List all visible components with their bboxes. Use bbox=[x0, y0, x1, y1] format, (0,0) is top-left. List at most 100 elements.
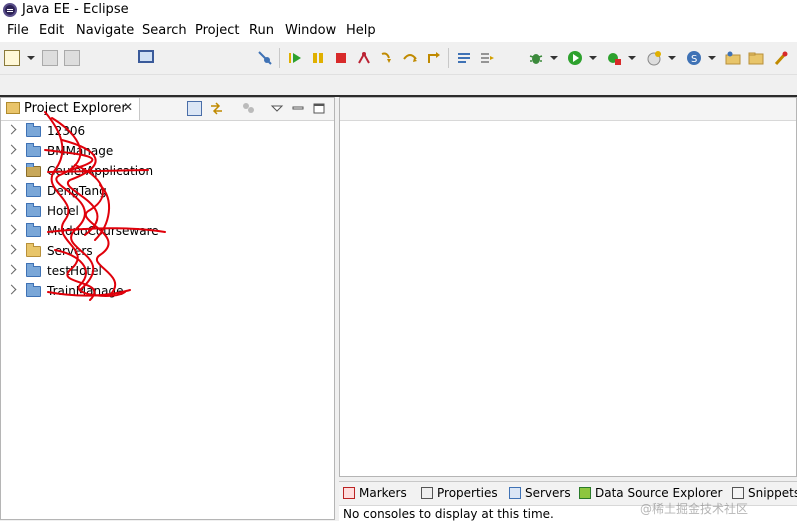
database-icon bbox=[579, 487, 591, 499]
view-title: Project Explorer bbox=[24, 101, 127, 116]
debug-icon[interactable] bbox=[528, 50, 544, 66]
step-into-icon[interactable] bbox=[379, 50, 395, 66]
tree-item-project[interactable]: CeulerApplication bbox=[1, 162, 334, 182]
new-icon[interactable] bbox=[4, 50, 20, 66]
folder-icon bbox=[26, 143, 41, 157]
chevron-right-icon[interactable] bbox=[6, 124, 17, 135]
tab-label: Markers bbox=[359, 486, 407, 500]
tree-item-label: Hotel bbox=[47, 204, 79, 218]
tree-item-project[interactable]: TrainManage bbox=[1, 282, 334, 302]
debug-dropdown-icon[interactable] bbox=[550, 56, 558, 60]
tree-item-label: testHotel bbox=[47, 264, 102, 278]
new-web-service-icon[interactable]: S bbox=[686, 50, 702, 66]
tree-item-label: MuduoCourseware bbox=[47, 224, 159, 238]
snippets-icon bbox=[732, 487, 744, 499]
open-task-icon[interactable] bbox=[456, 50, 472, 66]
folder-icon bbox=[26, 123, 41, 137]
editor-tab-strip bbox=[340, 98, 796, 121]
chevron-right-icon[interactable] bbox=[6, 284, 17, 295]
watermark: @稀土掘金技术社区 bbox=[640, 502, 749, 516]
step-return-icon[interactable] bbox=[425, 50, 441, 66]
svg-text:S: S bbox=[691, 54, 697, 65]
tree-item-label: TrainManage bbox=[47, 284, 124, 298]
folder-icon bbox=[26, 223, 41, 237]
tree-item-project[interactable]: testHotel bbox=[1, 262, 334, 282]
menu-project[interactable]: Project bbox=[195, 23, 239, 38]
tree-item-label: DengTang bbox=[47, 184, 107, 198]
menu-search[interactable]: Search bbox=[142, 23, 187, 38]
menu-edit[interactable]: Edit bbox=[39, 23, 64, 38]
monitor-icon[interactable] bbox=[138, 50, 154, 63]
markers-icon bbox=[343, 487, 355, 499]
skip-breakpoints-icon[interactable] bbox=[257, 50, 273, 66]
editor-area[interactable] bbox=[339, 97, 797, 477]
web-project-icon bbox=[26, 163, 41, 177]
folder-icon bbox=[26, 263, 41, 277]
chevron-right-icon[interactable] bbox=[6, 264, 17, 275]
tree-item-label: Servers bbox=[47, 244, 93, 258]
maximize-icon[interactable] bbox=[312, 101, 327, 116]
tree-item-project[interactable]: Hotel bbox=[1, 202, 334, 222]
tab-label: Data Source Explorer bbox=[595, 486, 723, 500]
terminate-icon[interactable] bbox=[333, 50, 349, 66]
new-server-dropdown-icon[interactable] bbox=[668, 56, 676, 60]
tree-item-project[interactable]: MuduoCourseware bbox=[1, 222, 334, 242]
save-icon[interactable] bbox=[42, 50, 58, 66]
open-type-icon[interactable] bbox=[725, 50, 741, 66]
new-server-icon[interactable] bbox=[646, 50, 662, 66]
tab-label: Properties bbox=[437, 486, 498, 500]
tab-project-explorer[interactable]: Project Explorer ✕ bbox=[1, 98, 140, 120]
external-tools-icon[interactable] bbox=[606, 50, 622, 66]
tree-item-project[interactable]: DengTang bbox=[1, 182, 334, 202]
new-dropdown-icon[interactable] bbox=[27, 56, 35, 60]
step-over-icon[interactable] bbox=[402, 50, 418, 66]
run-icon[interactable] bbox=[567, 50, 583, 66]
new-web-service-dropdown-icon[interactable] bbox=[708, 56, 716, 60]
menu-navigate[interactable]: Navigate bbox=[76, 23, 134, 38]
resume-icon[interactable] bbox=[287, 50, 303, 66]
chevron-right-icon[interactable] bbox=[6, 204, 17, 215]
properties-icon bbox=[421, 487, 433, 499]
chevron-right-icon[interactable] bbox=[6, 144, 17, 155]
tree-item-project[interactable]: BMManage bbox=[1, 142, 334, 162]
chevron-right-icon[interactable] bbox=[6, 244, 17, 255]
save-all-icon[interactable] bbox=[64, 50, 80, 66]
tree-item-label: 12306 bbox=[47, 124, 86, 138]
open-folder-icon[interactable] bbox=[748, 50, 764, 66]
build-icon[interactable] bbox=[773, 50, 789, 66]
menu-window[interactable]: Window bbox=[285, 23, 336, 38]
run-dropdown-icon[interactable] bbox=[589, 56, 597, 60]
folder-icon bbox=[26, 183, 41, 197]
menu-run[interactable]: Run bbox=[249, 23, 274, 38]
servers-icon bbox=[509, 487, 521, 499]
tree-item-label: BMManage bbox=[47, 144, 114, 158]
next-annotation-icon[interactable] bbox=[479, 50, 495, 66]
window-title: Java EE - Eclipse bbox=[22, 2, 129, 17]
eclipse-icon bbox=[3, 3, 17, 17]
close-icon[interactable]: ✕ bbox=[123, 100, 133, 114]
menu-bar: File Edit Navigate Search Project Run Wi… bbox=[0, 20, 797, 42]
tab-label: Snippets bbox=[748, 486, 797, 500]
external-tools-dropdown-icon[interactable] bbox=[628, 56, 636, 60]
project-explorer-view: Project Explorer ✕ 12306 BMManage Ceuler… bbox=[0, 97, 335, 520]
tree-item-project[interactable]: 12306 bbox=[1, 122, 334, 142]
open-folder-icon bbox=[26, 243, 41, 257]
minimize-icon[interactable] bbox=[291, 101, 306, 116]
tab-label: Servers bbox=[525, 486, 571, 500]
focus-icon[interactable] bbox=[241, 101, 256, 116]
suspend-icon[interactable] bbox=[310, 50, 326, 66]
view-menu-icon[interactable] bbox=[270, 101, 285, 116]
menu-help[interactable]: Help bbox=[346, 23, 376, 38]
disconnect-icon[interactable] bbox=[356, 50, 372, 66]
folder-icon bbox=[26, 283, 41, 297]
console-message: No consoles to display at this time. bbox=[343, 507, 554, 521]
chevron-right-icon[interactable] bbox=[6, 184, 17, 195]
chevron-right-icon[interactable] bbox=[6, 224, 17, 235]
tree-item-label: CeulerApplication bbox=[47, 164, 154, 178]
collapse-all-icon[interactable] bbox=[187, 101, 202, 116]
chevron-right-icon[interactable] bbox=[6, 164, 17, 175]
link-with-editor-icon[interactable] bbox=[209, 101, 224, 116]
tree-item-project[interactable]: Servers bbox=[1, 242, 334, 262]
project-explorer-icon bbox=[6, 102, 20, 114]
menu-file[interactable]: File bbox=[7, 23, 29, 38]
